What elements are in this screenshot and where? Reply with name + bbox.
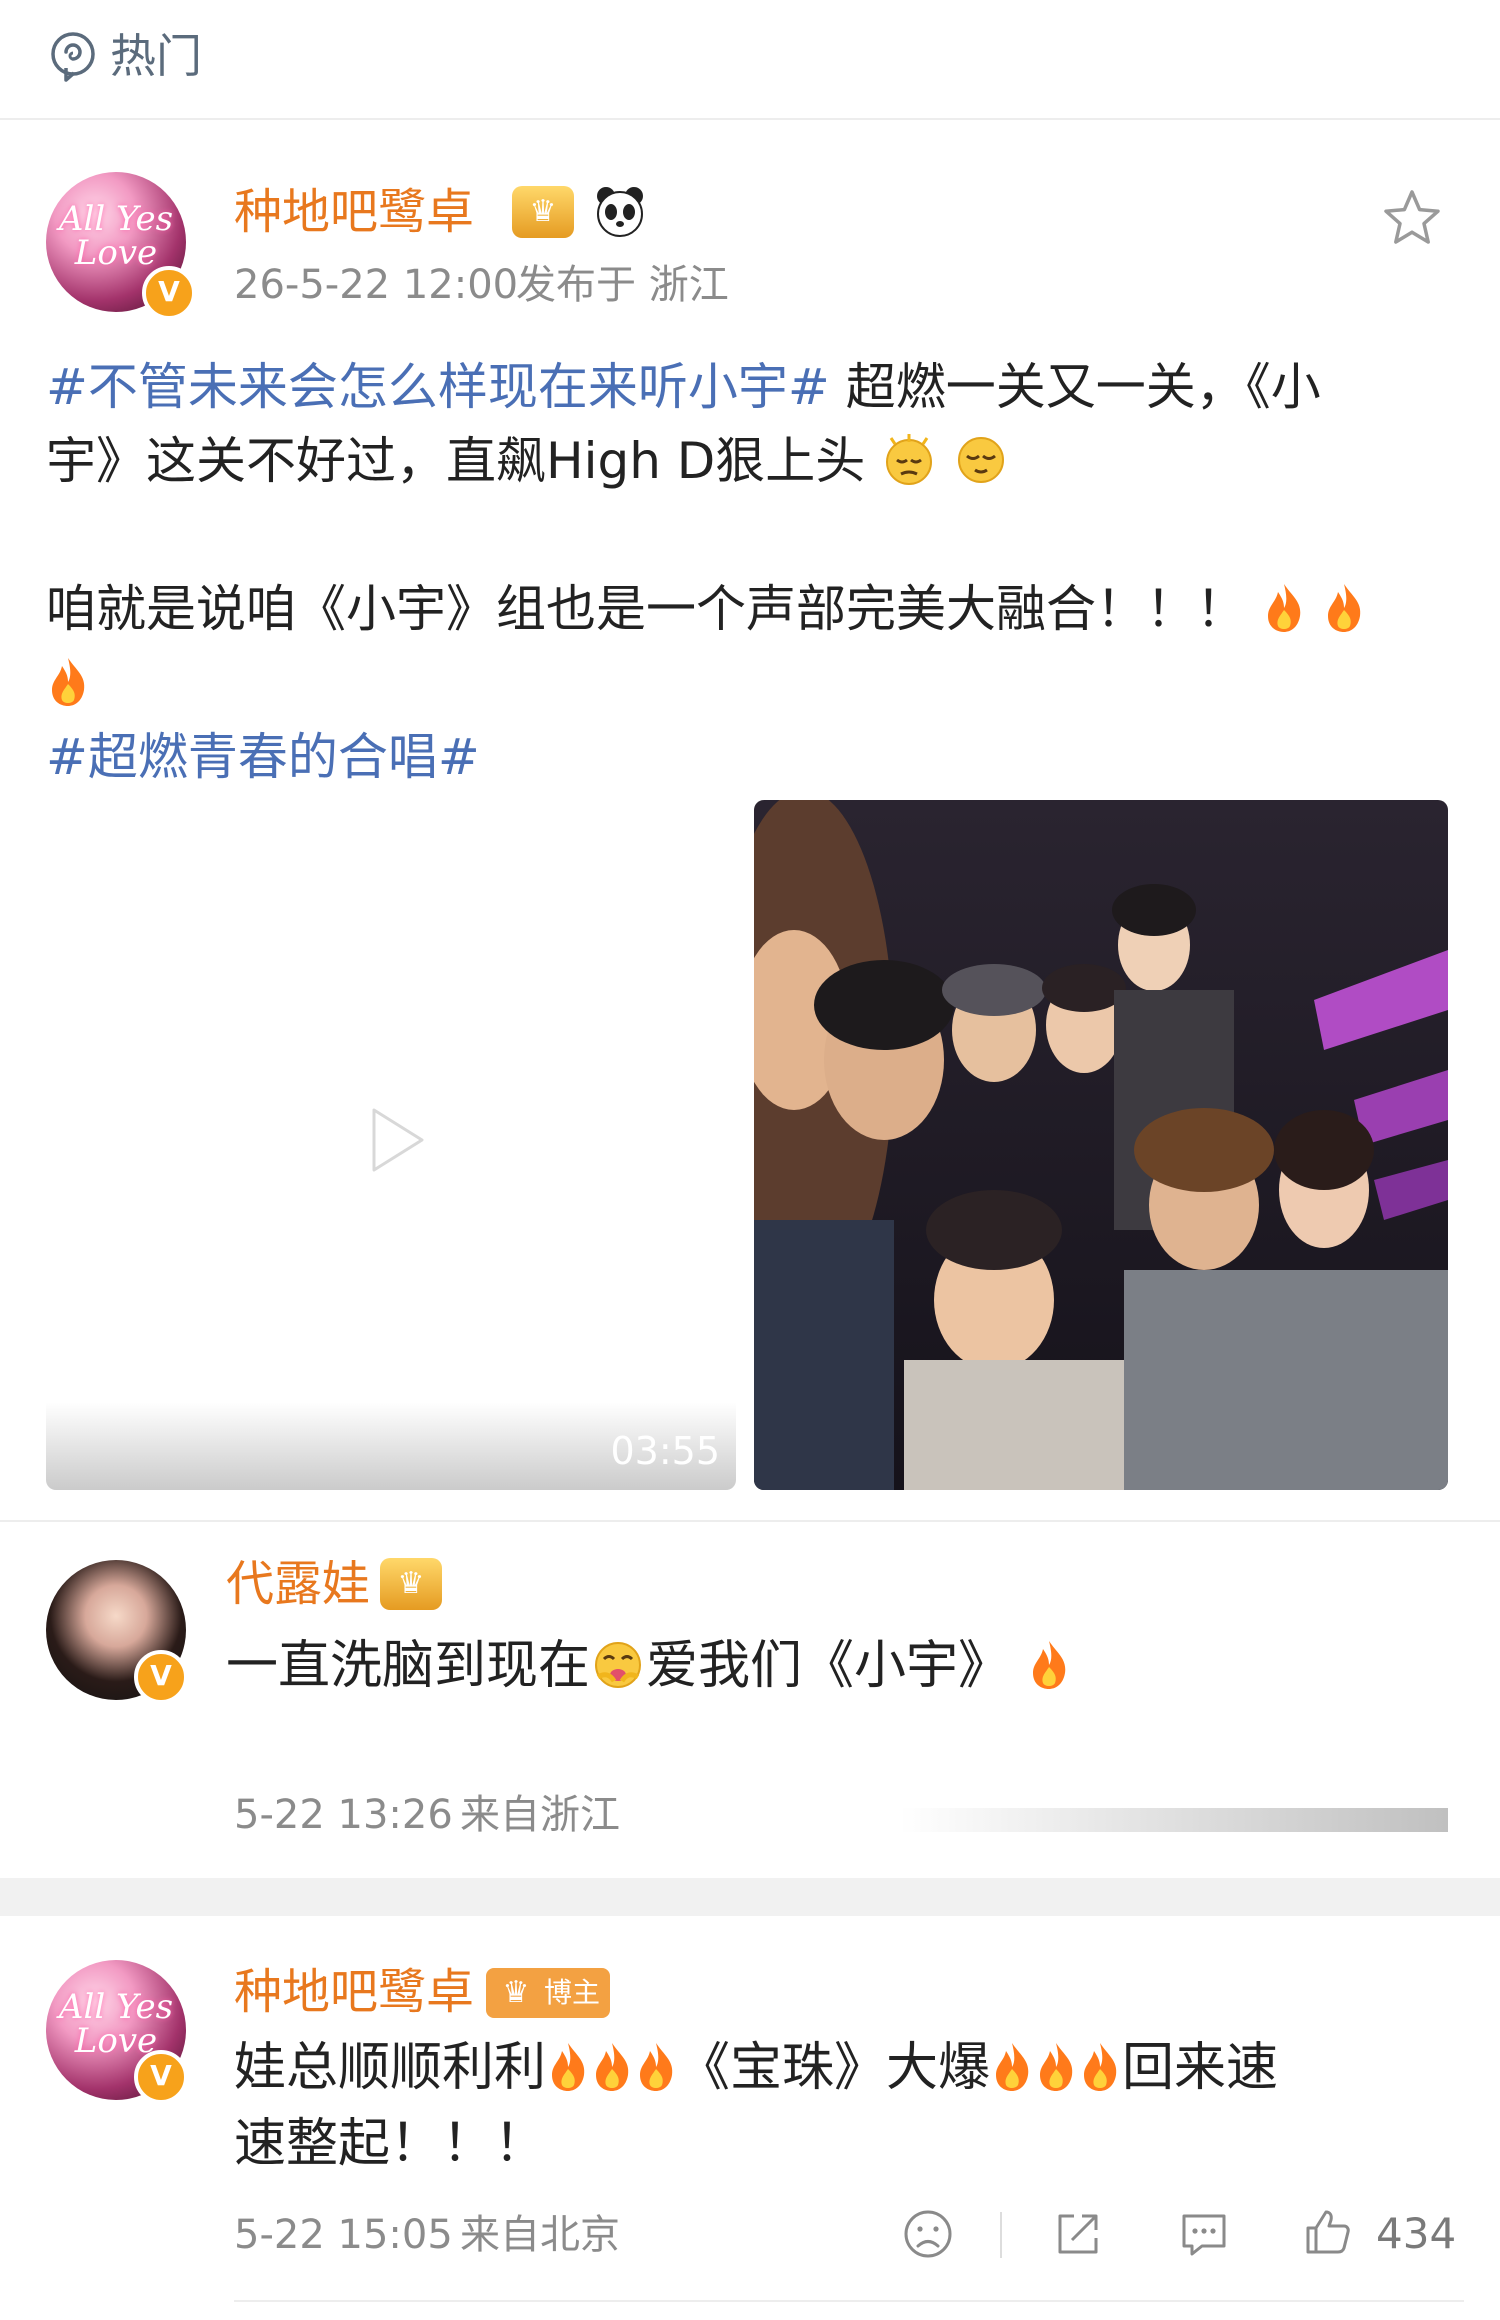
comment-icon[interactable] <box>1176 2206 1232 2262</box>
relieved-emoji-icon <box>953 432 1009 488</box>
post-location: 发布于 浙江 <box>516 262 729 308</box>
avatar-logo-text: All Yes Love <box>58 1987 174 2061</box>
sweat-emoji-icon <box>881 432 937 488</box>
verified-badge-icon: V <box>134 1650 188 1704</box>
like-thumb-icon[interactable] <box>1300 2204 1356 2260</box>
reply-text-line-1: 娃总顺顺利利 《宝珠》大爆 回来速 <box>234 2030 1464 2106</box>
fire-emoji-icon <box>46 654 90 706</box>
avatar-logo-text: All Yes Love <box>58 199 174 273</box>
fire-emoji-icon <box>634 2038 678 2091</box>
panda-icon <box>597 187 643 237</box>
love-hug-emoji-icon <box>590 1637 646 1693</box>
reply-time: 5-22 15:05 <box>234 2212 453 2258</box>
fire-emoji-icon <box>1034 2038 1078 2091</box>
reply-text-line-2: 速整起！！！ <box>234 2114 547 2174</box>
topic-link[interactable]: #不管未来会怎么样现在来听小宇# <box>46 358 830 416</box>
comment-text: 一直洗脑到现在 爱我们《小宇》 <box>226 1628 1071 1704</box>
fire-emoji-icon <box>990 2038 1034 2091</box>
reply-text-segment: 娃总顺顺利利 <box>234 2038 547 2098</box>
blogger-badge: ♛ 博主 <box>486 1968 611 2018</box>
post-body-line-5: #超燃青春的合唱# <box>46 720 1466 794</box>
verified-badge-icon: V <box>142 266 196 320</box>
bottom-divider <box>234 2300 1464 2302</box>
comment-time: 5-22 13:26 <box>234 1792 453 1838</box>
play-icon[interactable] <box>356 1100 436 1180</box>
comment-location: 来自浙江 <box>460 1792 620 1838</box>
fire-emoji-icon <box>1027 1636 1071 1689</box>
reply-username[interactable]: 种地吧鹭卓 <box>234 1962 474 2022</box>
post-body-line-3: 咱就是说咱《小宇》组也是一个声部完美大融合！！！ <box>46 572 1466 646</box>
action-separator <box>1000 2212 1002 2258</box>
crown-icon: ♛ <box>512 186 574 238</box>
share-icon[interactable] <box>1050 2206 1106 2262</box>
post-body-line-2: 宇》这关不好过，直飙High D狠上头 <box>46 424 1466 498</box>
blogger-badge-label: 博主 <box>544 1976 601 2009</box>
crown-icon: ♛ <box>380 1558 442 1610</box>
video-duration: 03:55 <box>610 1429 720 1473</box>
favorite-star-icon[interactable] <box>1380 186 1444 250</box>
post-text-segment: 超燃一关又一关，《小 <box>829 358 1321 416</box>
comment-text-segment: 爱我们《小宇》 <box>646 1636 1011 1696</box>
post-username[interactable]: 种地吧鹭卓 <box>234 182 474 242</box>
fire-emoji-icon <box>1078 2038 1122 2091</box>
fire-emoji-icon <box>590 2038 634 2091</box>
faded-action-bar <box>900 1808 1448 1832</box>
group-selfie-photo[interactable] <box>754 800 1448 1490</box>
reply-text-segment: 回来速 <box>1122 2038 1279 2098</box>
tab-hot-label[interactable]: 热门 <box>110 26 202 86</box>
post-timestamp: 26-5-22 12:00 <box>234 262 519 308</box>
reply-text-segment: 《宝珠》大爆 <box>678 2038 991 2098</box>
fire-emoji-icon <box>546 2038 590 2091</box>
post-text-segment: 咱就是说咱《小宇》组也是一个声部完美大融合！！！ <box>46 580 1246 638</box>
like-count: 434 <box>1376 2209 1457 2258</box>
section-divider <box>0 1520 1500 1522</box>
post-text-segment: 宇》这关不好过，直飙High D狠上头 <box>46 432 866 490</box>
fire-emoji-icon <box>1322 580 1366 632</box>
crown-icon: ♛ <box>502 1975 530 2010</box>
comment-text-segment: 一直洗脑到现在 <box>226 1636 591 1696</box>
top-bar: 热门 <box>0 0 1500 120</box>
verified-badge-icon: V <box>134 2050 188 2104</box>
post-body-line-4 <box>46 646 1466 720</box>
reply-location: 来自北京 <box>460 2212 620 2258</box>
topic-link[interactable]: #超燃青春的合唱# <box>46 728 480 786</box>
sad-face-icon[interactable] <box>900 2206 956 2262</box>
fire-emoji-icon <box>1262 580 1306 632</box>
hot-topic-icon[interactable] <box>46 30 100 84</box>
comment-username[interactable]: 代露娃 <box>226 1554 370 1614</box>
post-body-line-1: #不管未来会怎么样现在来听小宇# 超燃一关又一关，《小 <box>46 350 1466 424</box>
section-separator <box>0 1878 1500 1916</box>
